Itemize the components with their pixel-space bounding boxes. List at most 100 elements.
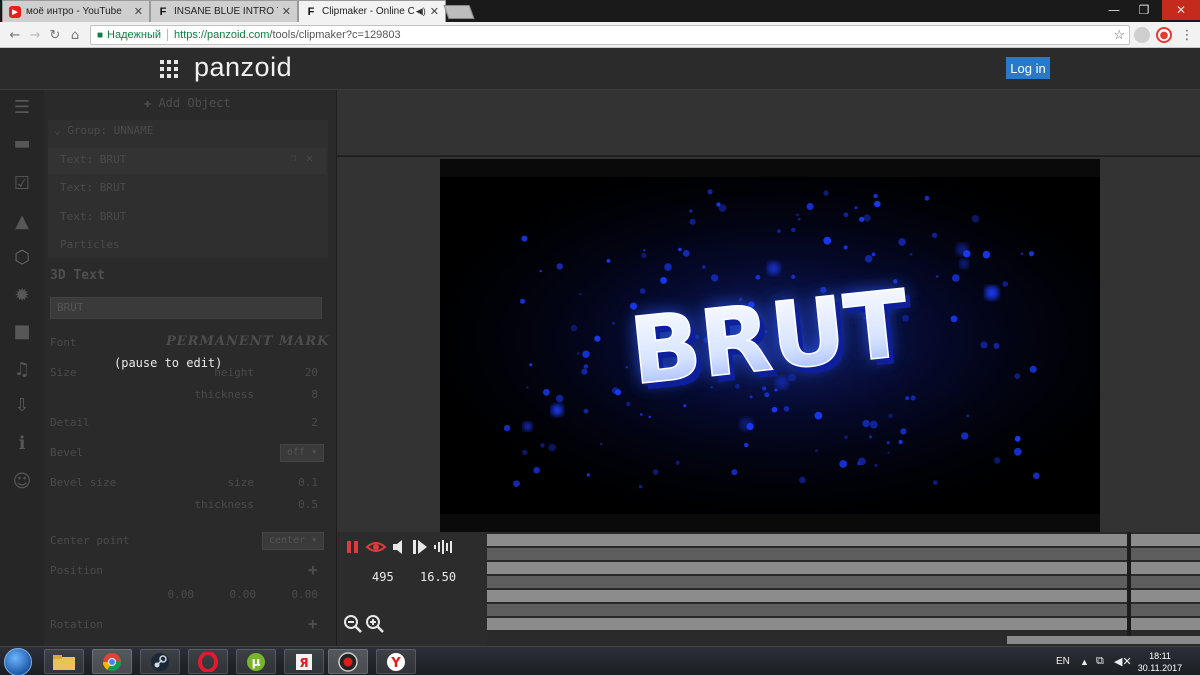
new-tab-button[interactable]: [443, 5, 475, 19]
3d-box-icon[interactable]: ⬡: [10, 246, 34, 268]
layer-item[interactable]: Text: BRUT: [60, 181, 126, 194]
tab-insane-blue-intro[interactable]: F INSANE BLUE INTRO TEM ✕: [150, 0, 298, 22]
layer-item[interactable]: Text: BRUT: [60, 153, 126, 166]
steam-icon[interactable]: [140, 649, 180, 674]
forward-icon[interactable]: →: [26, 26, 44, 44]
explorer-icon[interactable]: [44, 649, 84, 674]
track-layer[interactable]: [487, 548, 1200, 560]
eye-icon[interactable]: [365, 538, 387, 556]
info-icon[interactable]: ℹ: [10, 432, 34, 454]
position-z[interactable]: 0.00: [278, 588, 319, 601]
volume-icon[interactable]: [391, 538, 407, 556]
particle: [522, 449, 528, 455]
center-point-select[interactable]: center ▾: [262, 532, 325, 550]
minimize-icon[interactable]: —: [1100, 0, 1128, 20]
track-layer[interactable]: [487, 604, 1200, 616]
tray-expand-icon[interactable]: ▲: [1080, 647, 1089, 675]
smiley-icon[interactable]: ☺: [10, 470, 34, 492]
track-layer[interactable]: [487, 534, 1200, 546]
group-header[interactable]: ⌄ Group: UNNAME: [54, 124, 153, 137]
copy-icon[interactable]: ❐: [290, 153, 296, 164]
extension-icon[interactable]: ●: [1156, 27, 1172, 43]
particle: [961, 432, 969, 440]
particle: [612, 321, 615, 325]
menu-icon[interactable]: ⋮: [1178, 26, 1196, 44]
particle: [731, 469, 738, 476]
start-button[interactable]: [4, 648, 32, 675]
bookmark-star-icon[interactable]: ☆: [1113, 27, 1125, 43]
recorder-icon[interactable]: [328, 649, 368, 674]
login-button[interactable]: Log in: [1006, 57, 1050, 79]
particle: [959, 259, 969, 269]
particle: [854, 206, 858, 210]
add-object-button[interactable]: ✚ Add Object: [144, 96, 231, 110]
network-icon[interactable]: ⧉: [1096, 647, 1104, 675]
browser-toolbar: ← → ↻ ⌂ ■ Надежный https://panzoid.com /…: [0, 22, 1200, 48]
track-layer[interactable]: [487, 618, 1200, 630]
position-x[interactable]: 0.00: [154, 588, 195, 601]
bevel-thickness-value[interactable]: 0.5: [288, 498, 318, 511]
opera-icon[interactable]: [188, 649, 228, 674]
particle: [539, 270, 542, 273]
folder-icon[interactable]: ▬: [10, 132, 34, 154]
hamburger-icon[interactable]: ☰: [10, 96, 34, 118]
preview-canvas[interactable]: BRUT BRUT BRUT: [440, 159, 1100, 532]
maximize-icon[interactable]: ❐: [1130, 0, 1158, 20]
font-select[interactable]: PERMANENT MARK: [166, 334, 329, 349]
reload-icon[interactable]: ↻: [46, 26, 64, 44]
bevel-select[interactable]: off ▾: [280, 444, 325, 462]
close-icon[interactable]: ✕: [134, 5, 143, 18]
yandex-icon[interactable]: Y: [376, 649, 416, 674]
text-input[interactable]: BRUT: [50, 297, 322, 319]
checkbox-icon[interactable]: ☑: [10, 172, 34, 194]
extension-icon[interactable]: [1134, 27, 1150, 43]
utorrent-icon[interactable]: µ: [236, 649, 276, 674]
zoom-out-icon[interactable]: [343, 614, 363, 634]
camera-icon[interactable]: ■: [10, 320, 34, 342]
track-layer[interactable]: [487, 562, 1200, 574]
timeline-scrollbar[interactable]: [1007, 636, 1200, 644]
yandex-browser-icon[interactable]: Я: [284, 649, 324, 674]
zoom-in-icon[interactable]: [365, 614, 385, 634]
track-layer[interactable]: [487, 576, 1200, 588]
track-layer[interactable]: [487, 590, 1200, 602]
waveform-icon[interactable]: [433, 538, 455, 556]
download-icon[interactable]: ⇩: [10, 394, 34, 416]
language-indicator[interactable]: EN: [1056, 647, 1070, 675]
volume-muted-icon[interactable]: ◀✕: [1114, 647, 1132, 675]
home-icon[interactable]: ⌂: [66, 26, 84, 44]
delete-icon[interactable]: ✕: [306, 151, 313, 165]
system-clock[interactable]: 18:11 30.11.2017: [1134, 650, 1186, 674]
image-icon[interactable]: ▲: [10, 210, 34, 232]
height-value[interactable]: 20: [288, 366, 318, 379]
pause-icon[interactable]: [345, 538, 361, 556]
step-forward-icon[interactable]: [411, 538, 429, 556]
detail-value[interactable]: 2: [288, 416, 318, 429]
tab-clipmaker[interactable]: F Clipmaker - Online C ◀) ✕: [298, 0, 446, 22]
timeline-tracks[interactable]: [487, 532, 1200, 646]
clock-date: 30.11.2017: [1137, 663, 1183, 673]
layer-item[interactable]: Particles: [60, 238, 120, 251]
address-bar[interactable]: ■ Надежный https://panzoid.com /tools/cl…: [90, 25, 1130, 45]
playhead[interactable]: [1127, 532, 1131, 636]
particle: [935, 275, 939, 278]
add-keyframe-icon[interactable]: +: [308, 560, 318, 579]
effects-icon[interactable]: ✹: [10, 284, 34, 306]
apps-grid-icon[interactable]: [160, 60, 178, 78]
close-icon[interactable]: ✕: [282, 5, 291, 18]
back-icon[interactable]: ←: [6, 26, 24, 44]
tab-youtube[interactable]: ▶ моё интро - YouTube ✕: [2, 0, 150, 22]
chrome-icon[interactable]: [92, 649, 132, 674]
brand-logo[interactable]: panzoid: [194, 52, 292, 83]
layer-item[interactable]: Text: BRUT: [60, 210, 126, 223]
thickness-value[interactable]: 8: [288, 388, 318, 401]
add-keyframe-icon[interactable]: +: [308, 614, 318, 633]
music-icon[interactable]: ♫: [10, 358, 34, 380]
particle: [689, 209, 693, 213]
window-close-icon[interactable]: ✕: [1162, 0, 1200, 20]
bevel-size-value[interactable]: 0.1: [288, 476, 318, 489]
speaker-icon[interactable]: ◀): [416, 6, 426, 17]
particle: [744, 442, 749, 448]
position-y[interactable]: 0.00: [216, 588, 257, 601]
close-icon[interactable]: ✕: [430, 5, 439, 18]
